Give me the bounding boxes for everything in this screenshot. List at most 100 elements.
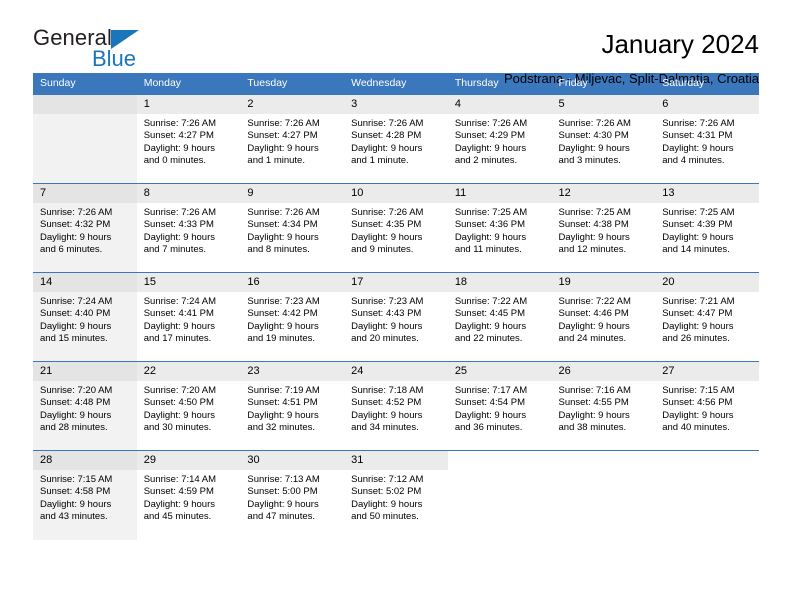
day-cell[interactable]: 26 Sunrise: 7:16 AM Sunset: 4:55 PM Dayligh… [551, 361, 656, 451]
daylight-text-line1: Daylight: 9 hours [662, 142, 734, 154]
daylight-text-line2: and 34 minutes. [351, 422, 419, 434]
daylight-text-line1: Daylight: 9 hours [351, 498, 423, 510]
calendar-page: General Blue January 2024 Podstrana - Mi… [0, 0, 792, 612]
day-details: Sunrise: 7:25 AM Sunset: 4:38 PM Daylight:… [552, 203, 656, 257]
daylight-text-line1: Daylight: 9 hours [40, 231, 112, 243]
day-number: 3 [344, 95, 448, 114]
day-number: 15 [136, 273, 241, 292]
sunset-text: Sunset: 4:42 PM [247, 308, 318, 320]
day-number: 5 [551, 95, 656, 114]
sunrise-text: Sunrise: 7:25 AM [454, 207, 528, 218]
daylight-text-line2: and 17 minutes. [143, 333, 212, 345]
day-cell[interactable]: 22 Sunrise: 7:20 AM Sunset: 4:50 PM Dayligh… [136, 361, 241, 451]
day-cell[interactable]: 17 Sunrise: 7:23 AM Sunset: 4:43 PM Dayligh… [344, 272, 448, 362]
sunset-text: Sunset: 4:28 PM [351, 130, 422, 142]
daylight-text-line2: and 2 minutes. [454, 155, 518, 167]
day-details: Sunrise: 7:26 AM Sunset: 4:33 PM Daylight:… [137, 203, 241, 257]
day-details: Sunrise: 7:26 AM Sunset: 4:27 PM Daylight:… [240, 114, 344, 168]
day-number: 14 [33, 273, 137, 292]
daylight-text-line2: and 8 minutes. [247, 244, 310, 256]
day-details: Sunrise: 7:19 AM Sunset: 4:51 PM Daylight:… [240, 381, 344, 435]
day-cell[interactable]: 31 Sunrise: 7:12 AM Sunset: 5:02 PM Dayligh… [344, 450, 448, 540]
day-details: Sunrise: 7:26 AM Sunset: 4:31 PM Daylight:… [655, 114, 759, 168]
day-cell[interactable]: 8 Sunrise: 7:26 AM Sunset: 4:33 PM Daylight… [136, 183, 241, 273]
day-number: 26 [551, 362, 656, 381]
week-row: 28 Sunrise: 7:15 AM Sunset: 4:58 PM Dayligh… [33, 450, 759, 540]
day-cell[interactable]: 7 Sunrise: 7:26 AM Sunset: 4:32 PM Daylight… [33, 183, 137, 273]
sunset-text: Sunset: 4:39 PM [662, 219, 733, 231]
week-row: 1 Sunrise: 7:26 AM Sunset: 4:27 PM Daylight… [33, 94, 759, 184]
day-cell[interactable]: 30 Sunrise: 7:13 AM Sunset: 5:00 PM Dayligh… [240, 450, 345, 540]
daylight-text-line1: Daylight: 9 hours [558, 409, 630, 421]
week-row: 7 Sunrise: 7:26 AM Sunset: 4:32 PM Daylight… [33, 183, 759, 273]
day-cell[interactable]: 2 Sunrise: 7:26 AM Sunset: 4:27 PM Daylight… [240, 94, 345, 184]
page-title: January 2024 [601, 29, 759, 59]
day-cell[interactable]: 21 Sunrise: 7:20 AM Sunset: 4:48 PM Dayligh… [33, 361, 137, 451]
sunset-text: Sunset: 4:54 PM [454, 397, 526, 409]
daylight-text-line2: and 43 minutes. [40, 511, 108, 523]
sunrise-text: Sunrise: 7:26 AM [247, 118, 320, 129]
day-details: Sunrise: 7:12 AM Sunset: 5:02 PM Daylight:… [344, 470, 448, 524]
day-cell[interactable]: 10 Sunrise: 7:26 AM Sunset: 4:35 PM Dayligh… [344, 183, 448, 273]
day-cell[interactable]: 28 Sunrise: 7:15 AM Sunset: 4:58 PM Dayligh… [33, 450, 137, 540]
daylight-text-line2: and 26 minutes. [662, 333, 730, 345]
day-cell[interactable]: 25 Sunrise: 7:17 AM Sunset: 4:54 PM Dayligh… [447, 361, 552, 451]
day-details: Sunrise: 7:24 AM Sunset: 4:40 PM Daylight:… [33, 292, 137, 346]
day-details: Sunrise: 7:24 AM Sunset: 4:41 PM Daylight:… [137, 292, 241, 346]
day-number: 20 [655, 273, 759, 292]
day-details: Sunrise: 7:14 AM Sunset: 4:59 PM Daylight:… [137, 470, 241, 524]
day-number: 16 [240, 273, 345, 292]
sunset-text: Sunset: 5:02 PM [351, 486, 422, 498]
day-number: 1 [136, 95, 241, 114]
day-number [33, 95, 137, 114]
day-cell[interactable]: 9 Sunrise: 7:26 AM Sunset: 4:34 PM Daylight… [240, 183, 345, 273]
sunset-text: Sunset: 5:00 PM [247, 486, 318, 498]
sunrise-text: Sunrise: 7:16 AM [558, 385, 631, 396]
sunset-text: Sunset: 4:45 PM [454, 308, 526, 320]
day-cell[interactable]: 27 Sunrise: 7:15 AM Sunset: 4:56 PM Dayligh… [655, 361, 759, 451]
day-cell[interactable]: 15 Sunrise: 7:24 AM Sunset: 4:41 PM Dayligh… [136, 272, 241, 362]
week-row: 14 Sunrise: 7:24 AM Sunset: 4:40 PM Dayligh… [33, 272, 759, 362]
day-cell[interactable]: 12 Sunrise: 7:25 AM Sunset: 4:38 PM Dayligh… [551, 183, 656, 273]
daylight-text-line1: Daylight: 9 hours [40, 320, 112, 332]
page-header: General Blue January 2024 Podstrana - Mi… [33, 0, 759, 87]
sunset-text: Sunset: 4:40 PM [40, 308, 111, 320]
day-cell[interactable]: 14 Sunrise: 7:24 AM Sunset: 4:40 PM Dayligh… [33, 272, 137, 362]
day-cell[interactable]: 23 Sunrise: 7:19 AM Sunset: 4:51 PM Dayligh… [240, 361, 345, 451]
day-cell[interactable]: 11 Sunrise: 7:25 AM Sunset: 4:36 PM Dayligh… [447, 183, 552, 273]
day-number: 23 [240, 362, 345, 381]
sunset-text: Sunset: 4:27 PM [247, 130, 318, 142]
daylight-text-line2: and 3 minutes. [558, 155, 621, 167]
daylight-text-line2: and 7 minutes. [143, 244, 207, 256]
day-cell[interactable]: 20 Sunrise: 7:21 AM Sunset: 4:47 PM Dayligh… [655, 272, 759, 362]
daylight-text-line2: and 6 minutes. [40, 244, 103, 256]
day-number: 6 [655, 95, 759, 114]
day-number: 13 [655, 184, 759, 203]
sunrise-text: Sunrise: 7:26 AM [351, 207, 424, 218]
daylight-text-line2: and 47 minutes. [247, 511, 316, 523]
sunrise-text: Sunrise: 7:19 AM [247, 385, 320, 396]
sunrise-text: Sunrise: 7:26 AM [247, 207, 320, 218]
day-cell[interactable]: 29 Sunrise: 7:14 AM Sunset: 4:59 PM Dayligh… [136, 450, 241, 540]
day-cell[interactable]: 6 Sunrise: 7:26 AM Sunset: 4:31 PM Daylight… [655, 94, 759, 184]
day-cell[interactable]: 24 Sunrise: 7:18 AM Sunset: 4:52 PM Dayligh… [344, 361, 448, 451]
daylight-text-line2: and 50 minutes. [351, 511, 419, 523]
daylight-text-line2: and 11 minutes. [454, 244, 522, 256]
day-cell[interactable]: 3 Sunrise: 7:26 AM Sunset: 4:28 PM Daylight… [344, 94, 448, 184]
day-cell[interactable]: 1 Sunrise: 7:26 AM Sunset: 4:27 PM Daylight… [136, 94, 241, 184]
day-cell[interactable]: 5 Sunrise: 7:26 AM Sunset: 4:30 PM Daylight… [551, 94, 656, 184]
day-cell[interactable]: 4 Sunrise: 7:26 AM Sunset: 4:29 PM Daylight… [447, 94, 552, 184]
sunrise-text: Sunrise: 7:25 AM [662, 207, 735, 218]
daylight-text-line1: Daylight: 9 hours [40, 498, 112, 510]
brand-logo[interactable]: General Blue [33, 26, 233, 76]
day-cell[interactable]: 16 Sunrise: 7:23 AM Sunset: 4:42 PM Dayligh… [240, 272, 345, 362]
day-details: Sunrise: 7:20 AM Sunset: 4:50 PM Daylight:… [137, 381, 241, 435]
day-number: 4 [447, 95, 552, 114]
day-cell[interactable]: 18 Sunrise: 7:22 AM Sunset: 4:45 PM Dayligh… [447, 272, 552, 362]
day-cell[interactable]: 13 Sunrise: 7:25 AM Sunset: 4:39 PM Dayligh… [655, 183, 759, 273]
day-details: Sunrise: 7:26 AM Sunset: 4:34 PM Daylight:… [240, 203, 344, 257]
day-details: Sunrise: 7:13 AM Sunset: 5:00 PM Daylight:… [240, 470, 344, 524]
day-details: Sunrise: 7:26 AM Sunset: 4:28 PM Daylight:… [344, 114, 448, 168]
day-cell[interactable]: 19 Sunrise: 7:22 AM Sunset: 4:46 PM Dayligh… [551, 272, 656, 362]
daylight-text-line1: Daylight: 9 hours [454, 142, 527, 154]
